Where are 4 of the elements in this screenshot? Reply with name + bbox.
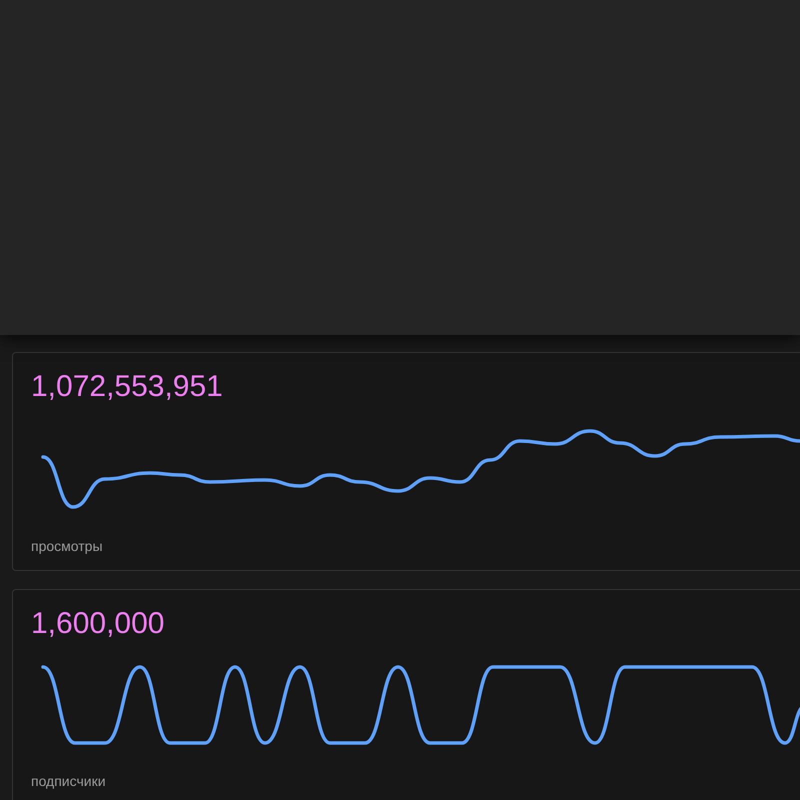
stat-label: подписчики [30,772,107,791]
stat-label: просмотры [30,537,104,556]
stat-value: 1,600,000 [30,606,166,642]
stat-value: 1,072,553,951 [30,369,224,405]
